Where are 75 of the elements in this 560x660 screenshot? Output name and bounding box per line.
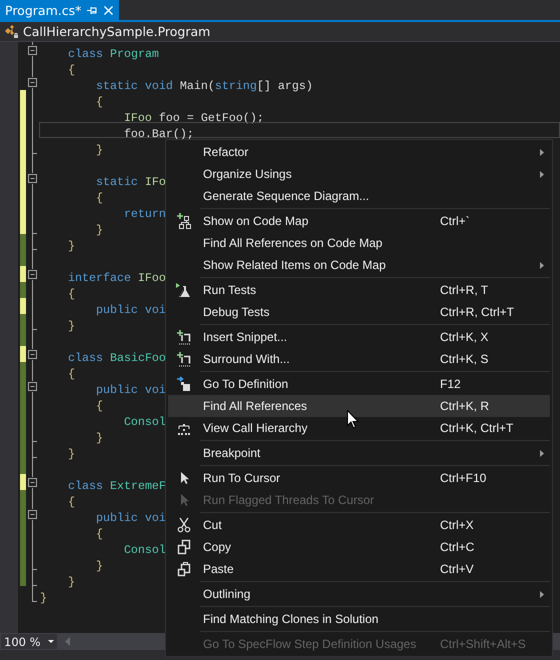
code-line: { [66, 63, 75, 77]
zoom-dropdown[interactable]: 100 % [1, 634, 57, 649]
code-line: class BasicFoo [66, 351, 166, 365]
file-tab[interactable]: Program.cs* [0, 0, 120, 20]
paste-icon [176, 561, 192, 577]
code-line: { [66, 495, 75, 509]
code-line: public voi [94, 511, 166, 525]
scissors-icon [176, 517, 192, 533]
code-line: } [66, 319, 75, 333]
collapse-icon[interactable] [27, 509, 38, 520]
mouse-pointer-icon [347, 410, 359, 429]
code-line: Consol [122, 415, 166, 429]
close-icon[interactable] [104, 6, 114, 14]
collapse-icon[interactable] [27, 77, 38, 88]
menu-item[interactable]: Cut Ctrl+X [168, 514, 550, 536]
menu-item[interactable]: Copy Ctrl+C [168, 536, 550, 558]
code-line: { [94, 95, 103, 109]
code-line: class Program [66, 47, 159, 61]
menu-item[interactable]: View Call Hierarchy Ctrl+K, Ctrl+T [168, 417, 550, 439]
collapse-icon[interactable] [27, 349, 38, 360]
caret-icon [48, 640, 54, 644]
code-line: } [39, 591, 47, 605]
menu-item[interactable]: Breakpoint [168, 442, 550, 464]
code-line: { [94, 527, 103, 541]
menu-item[interactable]: Debug Tests Ctrl+R, Ctrl+T [168, 301, 550, 323]
collapse-icon[interactable] [27, 477, 38, 488]
code-line: } [66, 447, 75, 461]
collapse-icon[interactable] [27, 173, 38, 184]
menu-item[interactable]: Go To Definition F12 [168, 373, 550, 395]
flask-icon [176, 282, 192, 298]
code-line: } [94, 431, 103, 445]
snippet-icon [176, 351, 192, 367]
code-line: } [94, 223, 103, 237]
menu-item[interactable]: Insert Snippet... Ctrl+K, X [168, 326, 550, 348]
code-line: IFoo foo = GetFoo(); [122, 111, 264, 125]
code-line: } [94, 143, 103, 157]
code-line: interface IFoo [66, 271, 166, 285]
menu-item[interactable]: Organize Usings [168, 163, 550, 185]
code-line: { [66, 367, 75, 381]
arrow-square-icon [176, 376, 192, 392]
code-line: public voi [94, 383, 166, 397]
pin-icon[interactable] [87, 6, 98, 14]
code-line: { [66, 287, 75, 301]
menu-item[interactable]: Find All References Ctrl+K, R [168, 395, 550, 417]
menu-item[interactable]: Run To Cursor Ctrl+F10 [168, 467, 550, 489]
code-line: } [66, 575, 75, 589]
menu-item[interactable]: Outlining [168, 583, 550, 605]
menu-item[interactable]: Show Related Items on Code Map [168, 254, 550, 276]
code-line: static IFo [94, 175, 166, 189]
code-line: { [94, 399, 103, 413]
code-line: class ExtremeF [66, 479, 166, 493]
code-line: Consol [122, 543, 166, 557]
snippet-icon [176, 329, 192, 345]
collapse-icon[interactable] [27, 381, 38, 392]
menu-item[interactable]: Paste Ctrl+V [168, 558, 550, 580]
code-line: public voi [94, 303, 166, 317]
collapse-icon[interactable] [27, 45, 38, 56]
code-line: { [94, 191, 103, 205]
code-line: foo.Bar(); [122, 127, 194, 141]
menu-item[interactable]: Show on Code Map Ctrl+` [168, 210, 550, 232]
class-icon [4, 24, 19, 38]
collapse-icon[interactable] [27, 269, 38, 280]
code-line: } [94, 559, 103, 573]
menu-item[interactable]: Generate Sequence Diagram... [168, 185, 550, 207]
code-line: } [66, 239, 75, 253]
menu-item[interactable]: Surround With... Ctrl+K, S [168, 348, 550, 370]
menu-item[interactable]: Find Matching Clones in Solution [168, 608, 550, 630]
code-line: return [122, 207, 166, 221]
type-dropdown[interactable]: CallHierarchySample.Program [23, 24, 210, 39]
code-map-icon [176, 213, 192, 229]
code-line: static void Main(string[] args) [94, 79, 313, 93]
menu-item[interactable]: Run Tests Ctrl+R, T [168, 279, 550, 301]
menu-item[interactable]: Find All References on Code Map [168, 232, 550, 254]
copy-icon [176, 539, 192, 555]
menu-item[interactable]: Refactor [168, 141, 550, 163]
